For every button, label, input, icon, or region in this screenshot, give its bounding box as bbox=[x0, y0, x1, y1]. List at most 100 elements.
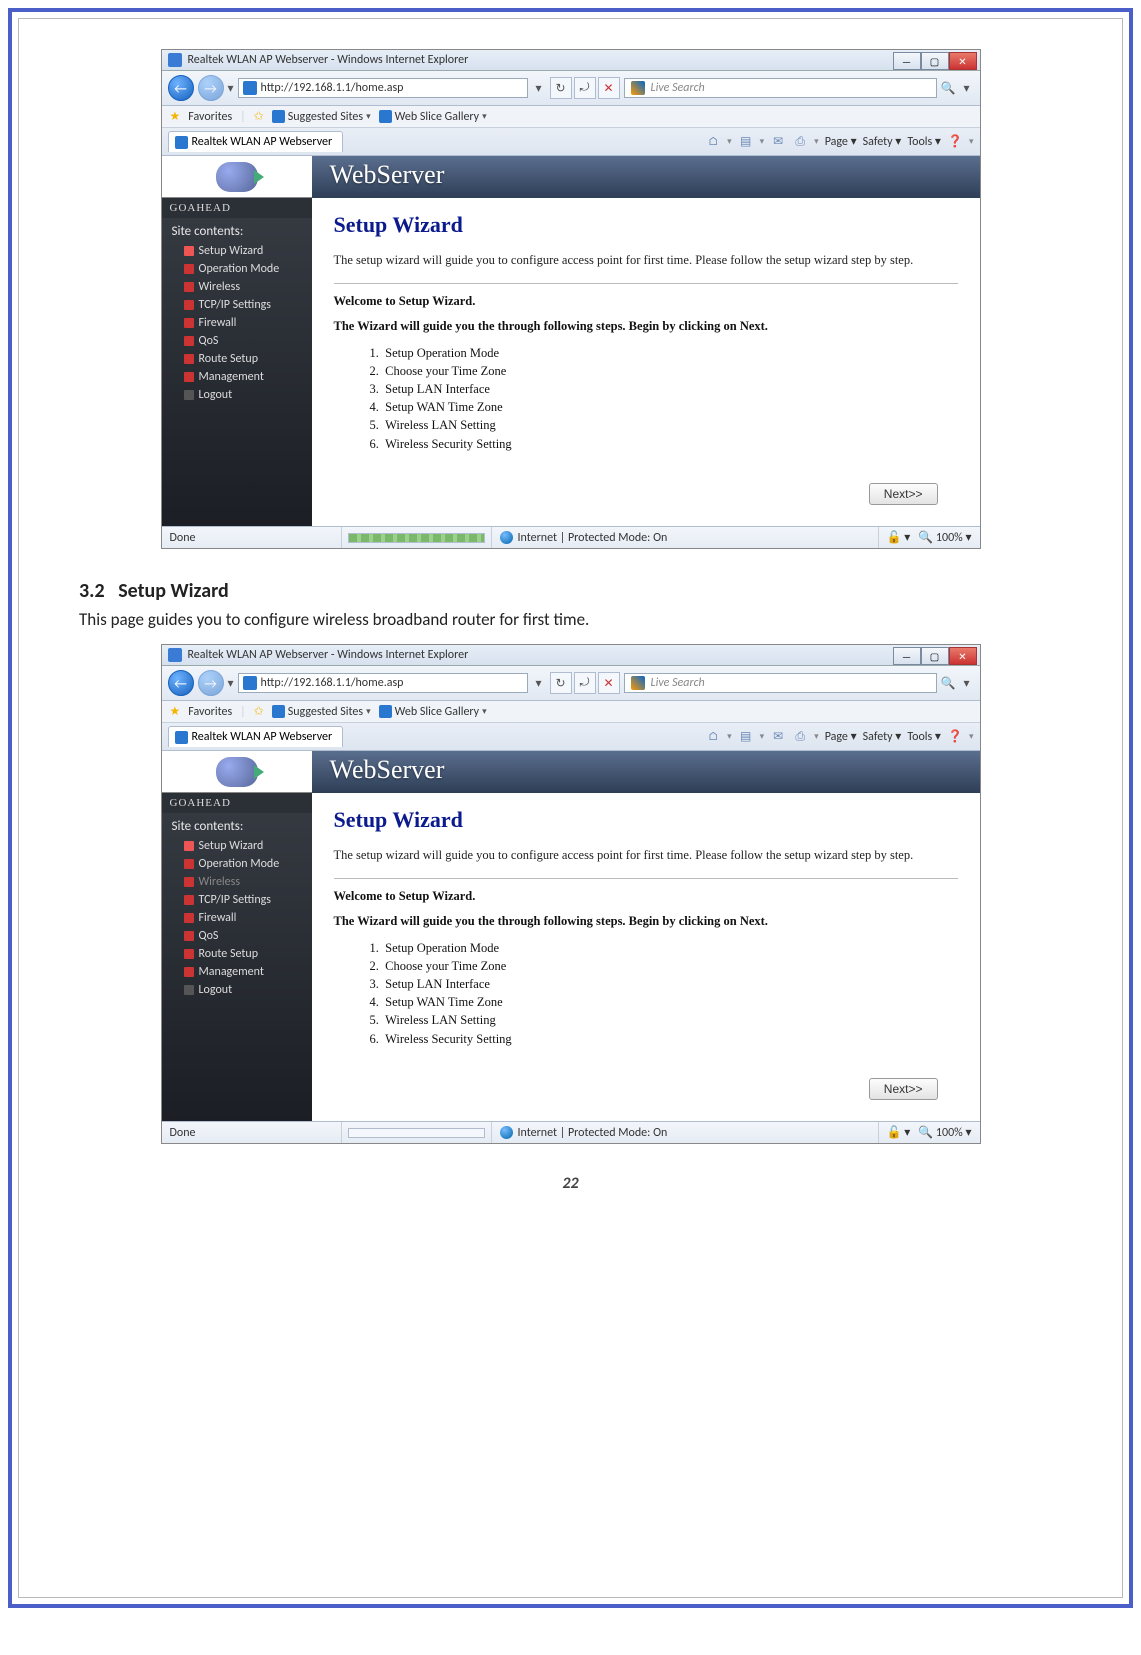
nav-firewall-2[interactable]: Firewall bbox=[172, 909, 306, 927]
stop-button[interactable]: ✕ bbox=[598, 77, 620, 99]
command-bar: ⌂▾ ▤▾ ✉ ⎙▾ Page ▾ Safety ▾ Tools ▾ ❓▾ bbox=[705, 134, 973, 150]
step-1: 1. Setup Operation Mode bbox=[370, 344, 958, 362]
nav-management-2[interactable]: Management bbox=[172, 963, 306, 981]
window-maximize-button-2[interactable]: ▢ bbox=[921, 647, 949, 665]
window-minimize-button-2[interactable]: — bbox=[893, 647, 921, 665]
nav-setup-wizard-2[interactable]: Setup Wizard bbox=[172, 837, 306, 855]
window-maximize-button[interactable]: ▢ bbox=[921, 52, 949, 70]
page-heading: Setup Wizard bbox=[334, 212, 958, 238]
nav-setup-wizard[interactable]: Setup Wizard bbox=[172, 242, 306, 260]
back-button[interactable]: ← bbox=[168, 75, 194, 101]
recent-dropdown[interactable]: ▾ bbox=[228, 81, 234, 96]
nav-tcpip-2[interactable]: TCP/IP Settings bbox=[172, 891, 306, 909]
back-button-2[interactable]: ← bbox=[168, 670, 194, 696]
nav-route-setup-2[interactable]: Route Setup bbox=[172, 945, 306, 963]
address-bar-2[interactable]: http://192.168.1.1/home.asp bbox=[238, 673, 528, 693]
page-heading-2: Setup Wizard bbox=[334, 807, 958, 833]
refresh-button-2[interactable]: ↻ bbox=[550, 672, 572, 694]
nav-operation-mode-2[interactable]: Operation Mode bbox=[172, 855, 306, 873]
nav-operation-mode[interactable]: Operation Mode bbox=[172, 260, 306, 278]
nav-wireless-2[interactable]: Wireless bbox=[172, 873, 306, 891]
search-provider-icon-2 bbox=[631, 676, 645, 690]
status-text-2: Done bbox=[162, 1122, 342, 1143]
search-box[interactable]: Live Search bbox=[624, 78, 937, 98]
address-toolbar: ← → ▾ http://192.168.1.1/home.asp ▾ ↻ ⤾ … bbox=[162, 71, 980, 106]
nav-management[interactable]: Management bbox=[172, 368, 306, 386]
favorites-bar: ★ Favorites | ✩ Suggested Sites▾ Web Sli… bbox=[162, 106, 980, 128]
search-dropdown-2[interactable]: ▾ bbox=[960, 676, 974, 691]
protected-mode-indicator-2[interactable]: 🔓 ▾ bbox=[887, 1125, 911, 1140]
next-button-2[interactable]: Next>> bbox=[869, 1078, 938, 1100]
zoom-control[interactable]: 🔍 100% ▾ bbox=[918, 530, 971, 545]
page-icon-2 bbox=[243, 676, 257, 690]
ie-favicon bbox=[168, 53, 182, 67]
readmail-button-2[interactable]: ✉ bbox=[770, 729, 786, 745]
nav-firewall[interactable]: Firewall bbox=[172, 314, 306, 332]
web-slice-link[interactable]: Web Slice Gallery▾ bbox=[379, 110, 487, 124]
security-zone: Internet | Protected Mode: On bbox=[492, 527, 879, 548]
tools-menu[interactable]: Tools ▾ bbox=[907, 134, 941, 149]
browser-tab[interactable]: Realtek WLAN AP Webserver bbox=[168, 131, 344, 152]
nav-tcpip[interactable]: TCP/IP Settings bbox=[172, 296, 306, 314]
favorites-star-icon-2[interactable]: ★ bbox=[170, 704, 181, 719]
home-button-2[interactable]: ⌂ bbox=[705, 729, 721, 745]
favorites-label-2[interactable]: Favorites bbox=[188, 705, 232, 719]
nav-logout-2[interactable]: Logout bbox=[172, 981, 306, 999]
search-button-2[interactable]: 🔍 bbox=[941, 676, 956, 691]
fav-add-icon-2[interactable]: ✩ bbox=[254, 704, 264, 719]
readmail-button[interactable]: ✉ bbox=[770, 134, 786, 150]
tab-icon-1 bbox=[175, 136, 188, 149]
favorites-label[interactable]: Favorites bbox=[188, 110, 232, 124]
nav-logout[interactable]: Logout bbox=[172, 386, 306, 404]
recent-dropdown-2[interactable]: ▾ bbox=[228, 676, 234, 691]
window-minimize-button[interactable]: — bbox=[893, 52, 921, 70]
compat-button-2[interactable]: ⤾ bbox=[574, 672, 596, 694]
section-paragraph: This page guides you to configure wirele… bbox=[79, 609, 1062, 630]
help-button-2[interactable]: ❓ bbox=[947, 729, 963, 745]
next-button[interactable]: Next>> bbox=[869, 483, 938, 505]
suggested-sites-link-2[interactable]: Suggested Sites▾ bbox=[272, 705, 371, 719]
search-dropdown[interactable]: ▾ bbox=[960, 81, 974, 96]
window-titlebar-2: Realtek WLAN AP Webserver - Windows Inte… bbox=[162, 645, 980, 666]
forward-button-2[interactable]: → bbox=[198, 670, 224, 696]
print-button[interactable]: ⎙ bbox=[792, 134, 808, 150]
stop-button-2[interactable]: ✕ bbox=[598, 672, 620, 694]
safety-menu[interactable]: Safety ▾ bbox=[863, 134, 902, 149]
goahead-brand-2: GOAHEAD bbox=[162, 793, 312, 813]
safety-menu-2[interactable]: Safety ▾ bbox=[863, 729, 902, 744]
protected-mode-indicator[interactable]: 🔓 ▾ bbox=[887, 530, 911, 545]
fav-add-icon[interactable]: ✩ bbox=[254, 109, 264, 124]
search-box-2[interactable]: Live Search bbox=[624, 673, 937, 693]
page-menu[interactable]: Page ▾ bbox=[825, 134, 857, 149]
step-6: 6. Wireless Security Setting bbox=[370, 435, 958, 453]
forward-button[interactable]: → bbox=[198, 75, 224, 101]
address-bar[interactable]: http://192.168.1.1/home.asp bbox=[238, 78, 528, 98]
window-close-button-2[interactable]: ✕ bbox=[949, 647, 977, 665]
nav-wireless[interactable]: Wireless bbox=[172, 278, 306, 296]
address-dropdown[interactable]: ▾ bbox=[532, 81, 546, 96]
lead-text-2: The Wizard will guide you the through fo… bbox=[334, 914, 958, 929]
nav-tree: Site contents: Setup Wizard Operation Mo… bbox=[162, 218, 312, 410]
compat-button[interactable]: ⤾ bbox=[574, 77, 596, 99]
search-button[interactable]: 🔍 bbox=[941, 81, 956, 96]
address-dropdown-2[interactable]: ▾ bbox=[532, 676, 546, 691]
web-slice-link-2[interactable]: Web Slice Gallery▾ bbox=[379, 705, 487, 719]
tools-menu-2[interactable]: Tools ▾ bbox=[907, 729, 941, 744]
help-button[interactable]: ❓ bbox=[947, 134, 963, 150]
suggested-sites-link[interactable]: Suggested Sites▾ bbox=[272, 110, 371, 124]
goahead-logo bbox=[162, 156, 312, 198]
nav-qos[interactable]: QoS bbox=[172, 332, 306, 350]
page-menu-2[interactable]: Page ▾ bbox=[825, 729, 857, 744]
nav-qos-2[interactable]: QoS bbox=[172, 927, 306, 945]
favorites-star-icon[interactable]: ★ bbox=[170, 109, 181, 124]
feed-button[interactable]: ▤ bbox=[738, 134, 754, 150]
window-title: Realtek WLAN AP Webserver - Windows Inte… bbox=[188, 53, 469, 67]
home-button[interactable]: ⌂ bbox=[705, 134, 721, 150]
browser-tab-2[interactable]: Realtek WLAN AP Webserver bbox=[168, 726, 344, 747]
nav-route-setup[interactable]: Route Setup bbox=[172, 350, 306, 368]
window-close-button[interactable]: ✕ bbox=[949, 52, 977, 70]
zoom-control-2[interactable]: 🔍 100% ▾ bbox=[918, 1125, 971, 1140]
refresh-button[interactable]: ↻ bbox=[550, 77, 572, 99]
print-button-2[interactable]: ⎙ bbox=[792, 729, 808, 745]
feed-button-2[interactable]: ▤ bbox=[738, 729, 754, 745]
